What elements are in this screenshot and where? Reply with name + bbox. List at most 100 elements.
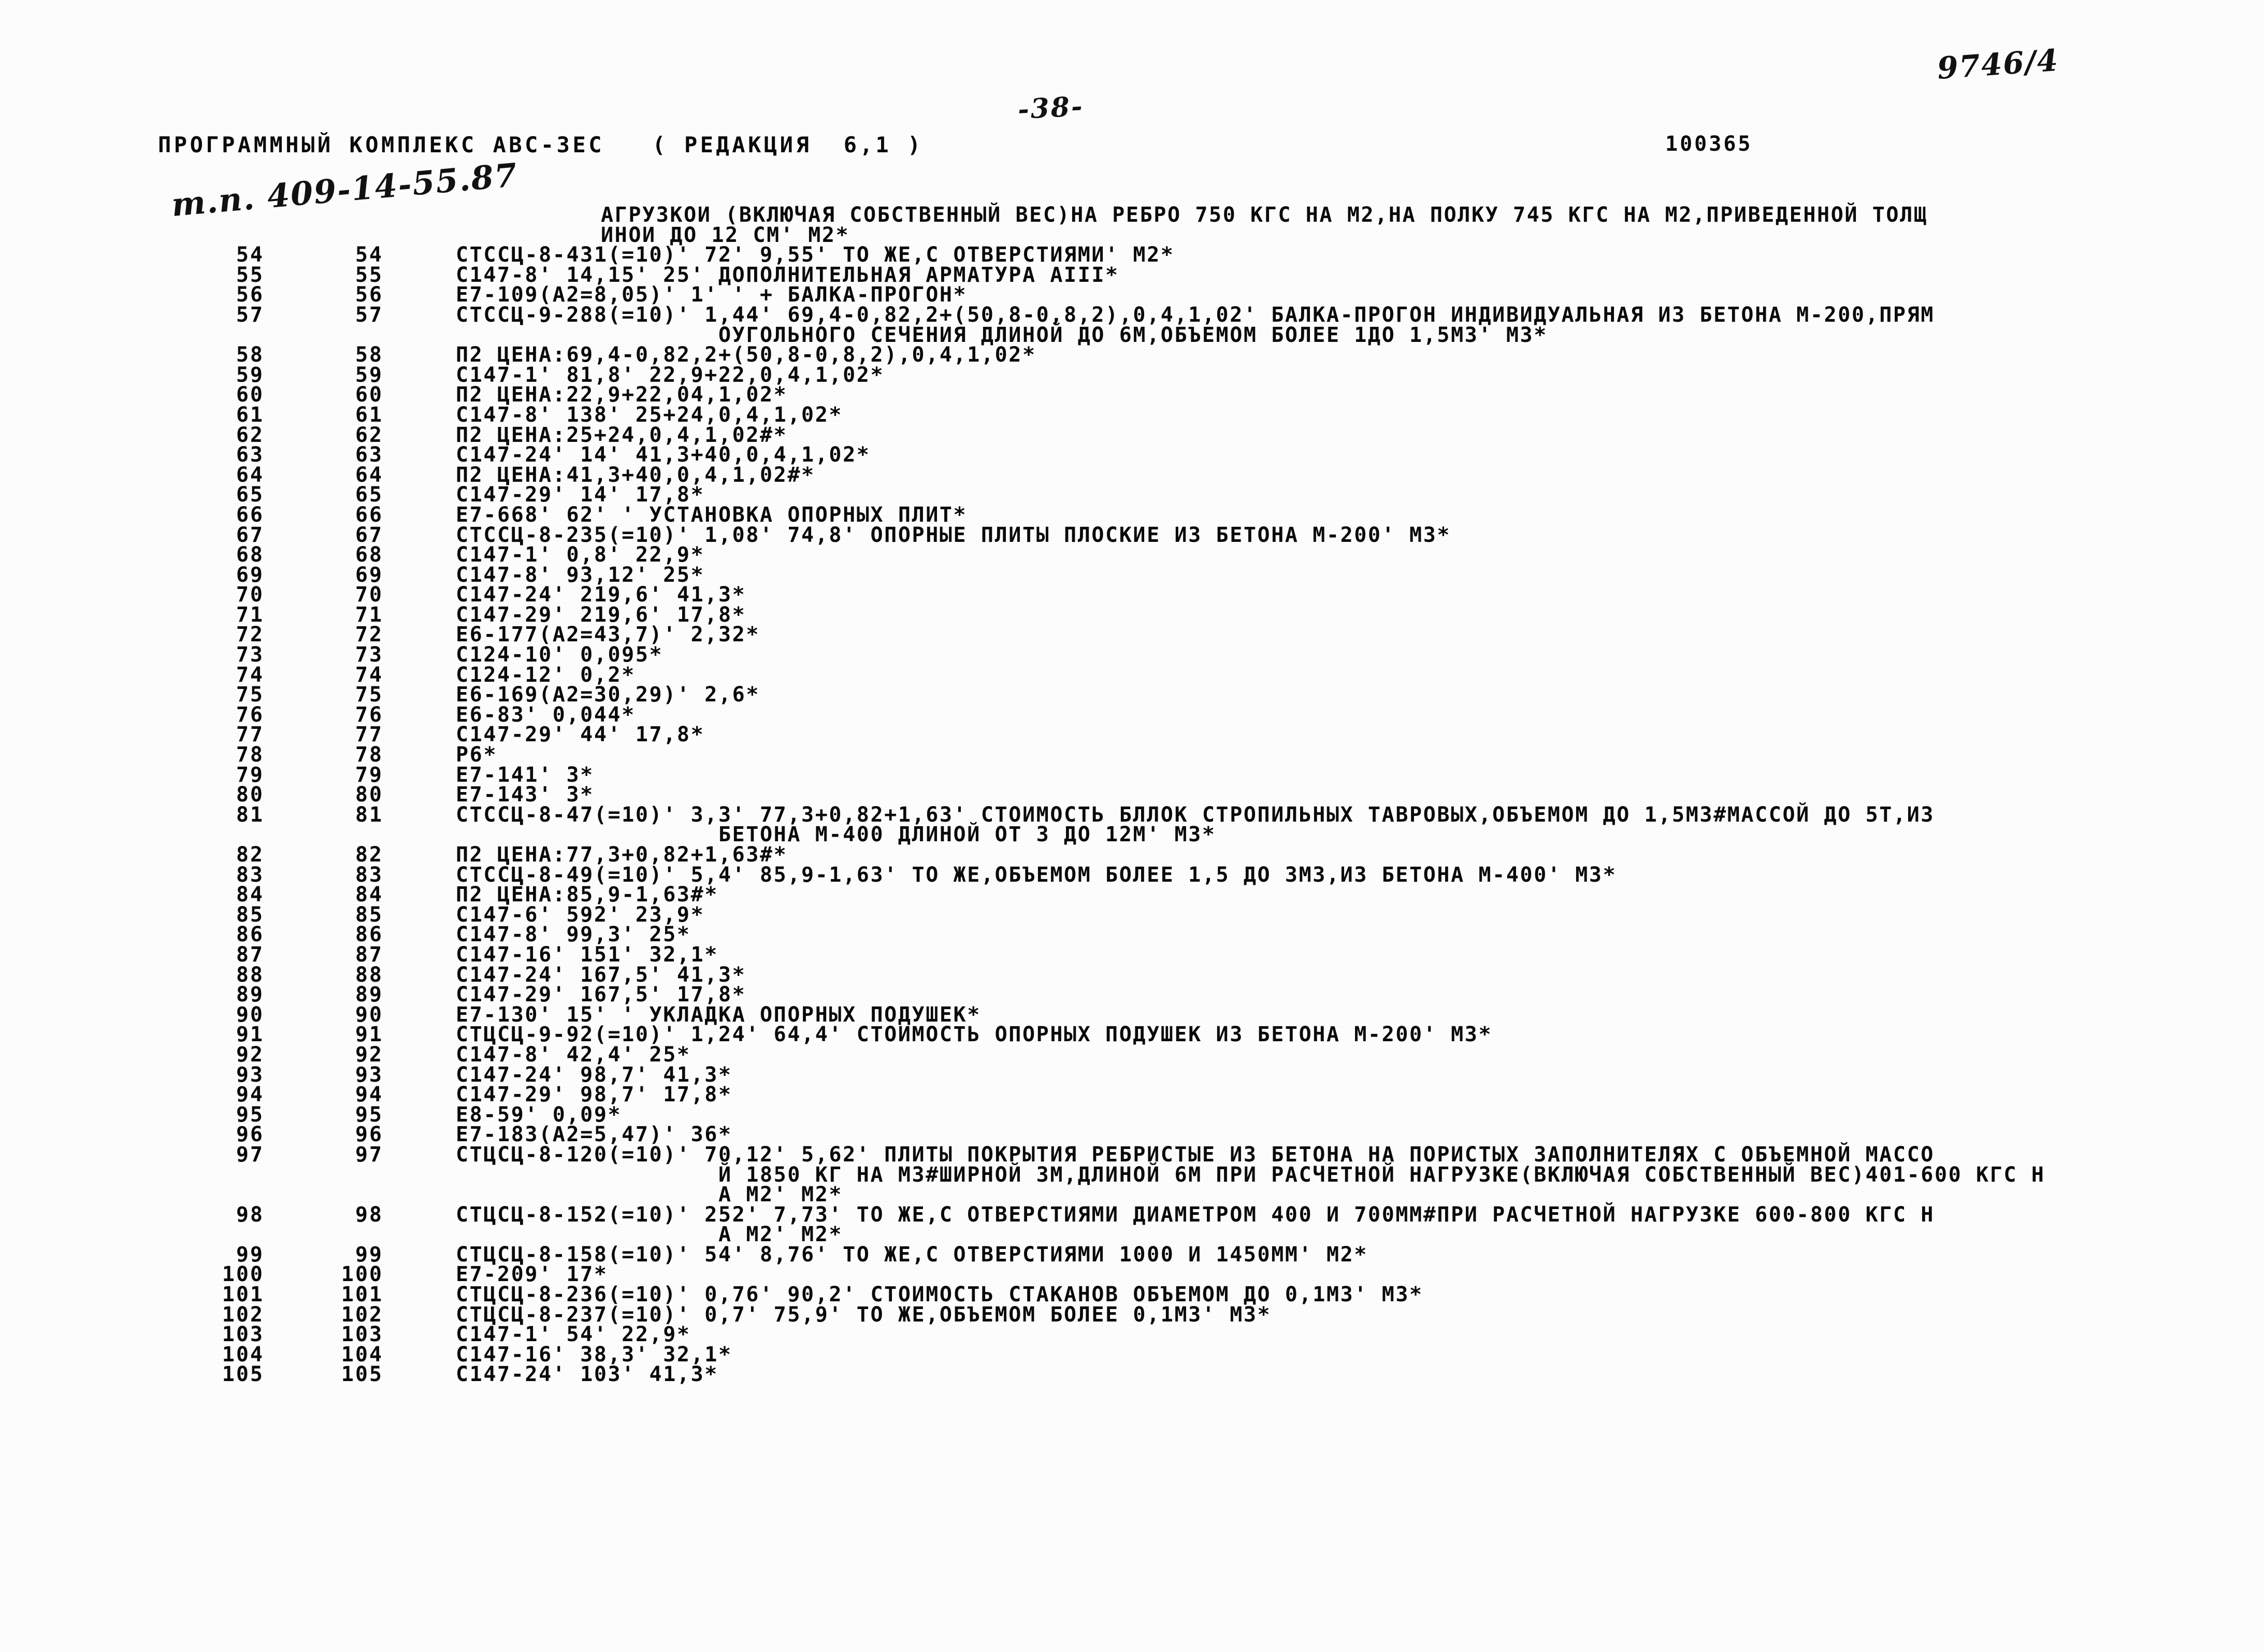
page-number: -38-	[1017, 90, 1085, 126]
listing-row-text: СТССЦ-8-47(=10)' 3,3' 77,3+0,82+1,63' СТ…	[456, 802, 1935, 827]
listing-row: 80 80 Е7-143' 3*	[0, 783, 2264, 807]
listing-row-index-left: 78	[236, 743, 264, 767]
listing-row-text: С147-24' 98,7' 41,3*	[456, 1062, 732, 1087]
listing-row: 99 99 СТЦСЦ-8-158(=10)' 54' 8,76' ТО ЖЕ,С …	[0, 1244, 2264, 1265]
listing-row-index-right: 66	[355, 502, 383, 527]
listing-row-text: С147-8' 42,4' 25*	[456, 1042, 691, 1067]
listing-continuation-row: БЕТОНА М-400 ДЛИНОЙ ОТ 3 ДО 12М' М3*	[0, 825, 2264, 845]
listing-row-text: С124-12' 0,2*	[456, 663, 636, 687]
listing-row-index-left: 68	[236, 543, 264, 567]
listing-row-text: П2 ЦЕНА:25+24,0,4,1,02#*	[456, 423, 788, 447]
listing-row: 104 104 С147-16' 38,3' 32,1*	[0, 1342, 2264, 1367]
listing-row: 74 74 С124-12' 0,2*	[0, 665, 2264, 685]
listing-row: 55 55 С147-8' 14,15' 25' ДОПОЛНИТЕЛЬНАЯ АР…	[0, 265, 2264, 285]
listing-row-index-right: 55	[355, 263, 383, 287]
listing-row-index-right: 93	[355, 1062, 383, 1087]
listing-row-index-left: 58	[236, 343, 264, 367]
handwritten-archive-number: 9746/4	[1936, 42, 2060, 87]
listing-continuation-row: А М2' М2*	[0, 1224, 2264, 1245]
listing-row-index-left: 105	[222, 1362, 264, 1387]
listing-row: 72 72 Е6-177(А2=43,7)' 2,32*	[0, 625, 2264, 645]
listing-row-index-left: 75	[236, 683, 264, 707]
listing-row-text: С147-29' 14' 17,8*	[456, 483, 705, 507]
listing-row: 93 93 С147-24' 98,7' 41,3*	[0, 1065, 2264, 1085]
listing-row-text: Е7-209' 17*	[456, 1262, 608, 1287]
listing-row-text: СТССЦ-8-235(=10)' 1,08' 74,8' ОПОРНЫЕ ПЛ…	[456, 523, 1451, 547]
listing-row-index-left: 85	[236, 902, 264, 927]
listing-row-index-left: 70	[236, 583, 264, 607]
listing-row-index-left: 80	[236, 783, 264, 807]
listing-row-index-left: 95	[236, 1102, 264, 1127]
listing-row-text: ОУГОЛЬНОГО СЕЧЕНИЯ ДЛИНОЙ ДО 6М,ОБЪЕМОМ …	[456, 323, 1548, 347]
listing-row-index-right: 63	[355, 443, 383, 467]
listing-row-text: С147-29' 44' 17,8*	[456, 723, 705, 747]
listing-row: 92 92 С147-8' 42,4' 25*	[0, 1042, 2264, 1067]
listing-intro-text: ИНОИ ДО 12 СМ' М2*	[601, 223, 850, 247]
listing-row-text: БЕТОНА М-400 ДЛИНОЙ ОТ 3 ДО 12М' М3*	[456, 823, 1216, 847]
listing-row-index-right: 101	[341, 1283, 383, 1307]
listing-continuation-row: А М2' М2*	[0, 1184, 2264, 1205]
listing-row-index-right: 102	[341, 1302, 383, 1327]
listing-row-index-right: 100	[341, 1262, 383, 1287]
listing-row-index-right: 84	[355, 883, 383, 907]
listing-row: 81 81 СТССЦ-8-47(=10)' 3,3' 77,3+0,82+1,63…	[0, 805, 2264, 825]
listing-row-index-right: 96	[355, 1123, 383, 1147]
listing-row: 78 78 Р6*	[0, 743, 2264, 767]
listing-row-index-right: 71	[355, 602, 383, 627]
program-title: ПРОГРАММНЫЙ КОМПЛЕКС АВС-ЗЕС ( РЕДАКЦИЯ …	[158, 132, 924, 157]
listing-row-text: С147-1' 0,8' 22,9*	[456, 543, 705, 567]
listing-row-text: СТЦСЦ-8-120(=10)' 70,12' 5,62' ПЛИТЫ ПОК…	[456, 1142, 1935, 1167]
listing-row: 68 68 С147-1' 0,8' 22,9*	[0, 543, 2264, 567]
listing-row-index-left: 91	[236, 1023, 264, 1047]
listing-row-text: Е7-141' 3*	[456, 763, 594, 787]
listing-row-index-right: 83	[355, 863, 383, 887]
document-code: 100365	[1665, 132, 1753, 156]
listing-row-text: С147-1' 54' 22,9*	[456, 1323, 691, 1347]
listing-intro-text: АГРУЗКОИ (ВКЛЮЧАЯ СОБСТВЕННЫЙ ВЕС)НА РЕБ…	[601, 203, 1928, 227]
listing-row: 89 89 С147-29' 167,5' 17,8*	[0, 983, 2264, 1007]
listing-row-index-left: 62	[236, 423, 264, 447]
listing-row: 88 88 С147-24' 167,5' 41,3*	[0, 965, 2264, 985]
listing-row-index-right: 77	[355, 723, 383, 747]
listing-row-index-left: 100	[222, 1262, 264, 1287]
listing-row-index-left: 72	[236, 623, 264, 647]
listing-row: 95 95 Е8-59' 0,09*	[0, 1102, 2264, 1127]
listing-row-text: Е6-169(А2=30,29)' 2,6*	[456, 683, 760, 707]
listing-row-index-right: 80	[355, 783, 383, 807]
listing-rows: 54 54 СТССЦ-8-431(=10)' 72' 9,55' ТО ЖЕ,С …	[0, 245, 2264, 1385]
listing-row: 84 84 П2 ЦЕНА:85,9-1,63#*	[0, 883, 2264, 907]
listing-row-index-left: 89	[236, 983, 264, 1007]
listing-row-index-right: 65	[355, 483, 383, 507]
listing-row-index-right: 68	[355, 543, 383, 567]
listing-row-text: СТССЦ-8-431(=10)' 72' 9,55' ТО ЖЕ,С ОТВЕ…	[456, 243, 1175, 267]
listing-row-text: СТЦСЦ-9-92(=10)' 1,24' 64,4' СТОИМОСТЬ О…	[456, 1023, 1493, 1047]
listing-row-text: П2 ЦЕНА:77,3+0,82+1,63#*	[456, 843, 788, 867]
listing-row: 101 101 СТЦСЦ-8-236(=10)' 0,76' 90,2' СТОИ…	[0, 1283, 2264, 1307]
listing-row-text: С147-16' 38,3' 32,1*	[456, 1342, 732, 1367]
listing-row: 77 77 С147-29' 44' 17,8*	[0, 725, 2264, 745]
listing-row-index-left: 97	[236, 1142, 264, 1167]
listing-row: 98 98 СТЦСЦ-8-152(=10)' 252' 7,73' ТО ЖЕ,С…	[0, 1204, 2264, 1225]
listing-row-text: П2 ЦЕНА:22,9+22,04,1,02*	[456, 383, 788, 407]
listing-row-text: С147-1' 81,8' 22,9+22,0,4,1,02*	[456, 363, 885, 387]
listing-row-index-right: 60	[355, 383, 383, 407]
listing-row-text: С147-24' 103' 41,3*	[456, 1362, 718, 1387]
listing-row: 85 85 С147-6' 592' 23,9*	[0, 902, 2264, 927]
listing-row-index-left: 55	[236, 263, 264, 287]
listing-row-text: П2 ЦЕНА:41,3+40,0,4,1,02#*	[456, 463, 815, 487]
listing-row-index-left: 79	[236, 763, 264, 787]
listing-row-index-left: 90	[236, 1002, 264, 1027]
listing-row-index-left: 92	[236, 1042, 264, 1067]
listing-row-index-left: 73	[236, 643, 264, 667]
listing-row: 64 64 П2 ЦЕНА:41,3+40,0,4,1,02#*	[0, 465, 2264, 485]
listing-row: 57 57 СТССЦ-9-288(=10)' 1,44' 69,4-0,82,2+…	[0, 305, 2264, 325]
listing-row-text: Е7-183(А2=5,47)' 36*	[456, 1123, 732, 1147]
listing-row-index-left: 81	[236, 802, 264, 827]
listing-row-index-right: 59	[355, 363, 383, 387]
listing-row-index-left: 96	[236, 1123, 264, 1147]
listing-row-index-left: 65	[236, 483, 264, 507]
listing-row: 58 58 П2 ЦЕНА:69,4-0,82,2+(50,8-0,8,2),0,4…	[0, 343, 2264, 367]
listing-row-text: Й 1850 КГ НА М3#ШИРНОЙ 3М,ДЛИНОЙ 6М ПРИ …	[456, 1162, 2045, 1187]
listing-row-index-left: 60	[236, 383, 264, 407]
listing-row-text: С147-24' 167,5' 41,3*	[456, 963, 746, 987]
